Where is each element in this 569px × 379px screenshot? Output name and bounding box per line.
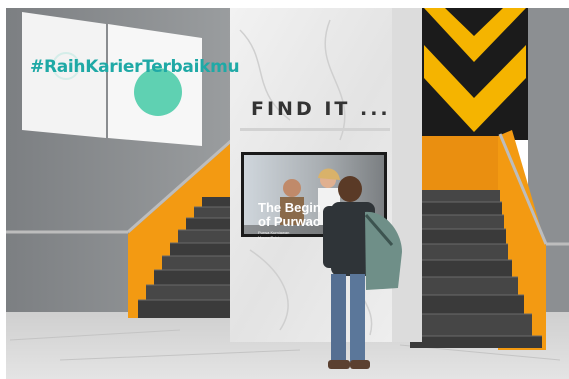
display-title-line2: of Purwac xyxy=(258,214,321,229)
display-subtitle-line2: Maura Putri xyxy=(258,235,279,240)
pillar-find-it-text: FIND IT ... xyxy=(251,98,391,120)
display-subtitle: Purwa Kurniawan Maura Putri xyxy=(258,230,289,240)
display-title-line1: The Begin xyxy=(258,200,321,215)
display-title: The Begin of Purwac xyxy=(258,201,321,229)
poster-hashtag: #RaihKarierTerbaikmu xyxy=(30,57,240,77)
rendered-lobby-scene: #RaihKarierTerbaikmu FIND IT ... The Beg… xyxy=(0,0,569,379)
